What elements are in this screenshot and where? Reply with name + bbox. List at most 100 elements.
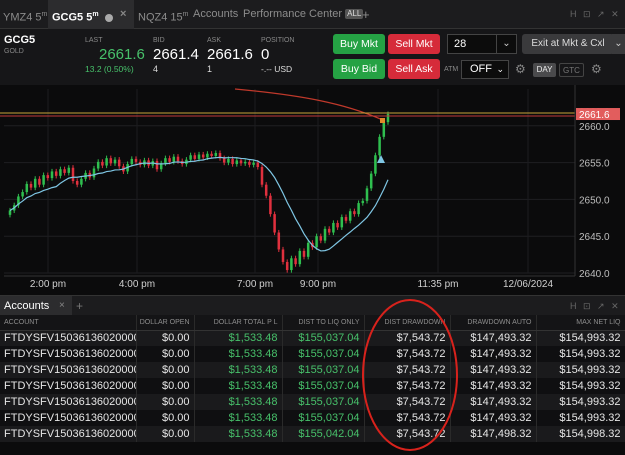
quantity-select[interactable]: 28 ⌄ [447,34,517,54]
annotation-ellipse [362,299,458,451]
bid-price: 2661.4 [153,46,199,63]
candlestick-chart[interactable]: 2640.02645.02650.02655.02660.02662.02:00… [0,85,625,295]
tab-performance-label: Performance Center [243,8,343,20]
x-tick-label: 7:00 pm [237,279,273,290]
sell-ask-button[interactable]: Sell Ask [388,59,440,79]
table-cell: $0.00 [136,410,195,426]
accounts-window-controls[interactable]: H ⊡ ↗ ✕ [570,296,621,316]
candle-body [290,258,293,271]
atm-select[interactable]: OFF ⌄ [461,60,509,79]
table-cell: $154,993.32 [536,362,625,378]
candle-body [319,236,323,241]
table-row[interactable]: FTDYSFV1503613602000006$0.00$1,533.48$15… [0,378,625,394]
table-cell: $1,533.48 [194,346,283,362]
candle-body [71,167,75,181]
window-controls[interactable]: H ⊡ ↗ ✕ [570,0,621,29]
candle-body [130,158,134,165]
candle-body [336,222,339,228]
tab-nqz4-label: NQZ4 [138,11,168,24]
tab-ymz4[interactable]: YMZ4 5m [3,0,47,29]
table-cell: $154,993.32 [536,394,625,410]
candle-body [164,158,167,164]
table-row[interactable]: FTDYSFV1503613602000006$0.00$1,533.48$15… [0,362,625,378]
table-cell: $1,533.48 [194,330,283,346]
table-row[interactable]: FTDYSFV1503613602000006$0.00$1,533.48$15… [0,346,625,362]
candle-body [214,153,218,156]
candle-body [374,155,377,174]
candle-body [38,178,41,185]
candle-body [25,183,29,193]
candle-body [63,169,66,173]
candle-body [361,200,365,204]
chevron-down-icon[interactable]: ⌄ [496,35,516,53]
candle-body [210,153,213,156]
tab-bar: YMZ4 5m GCG5 5m × NQZ4 15m Accounts Perf… [0,0,625,29]
table-row[interactable]: FTDYSFV1503613602000006$0.00$1,533.48$15… [0,410,625,426]
col-dollar-open[interactable]: DOLLAR OPEN [136,315,195,331]
tab-gcg5[interactable]: GCG5 5m × [48,0,134,29]
candle-body [332,222,335,233]
chart-grid [4,89,575,274]
tab-nqz4[interactable]: NQZ4 15m [138,0,189,29]
exit-chevron-icon[interactable]: ⌄ [612,34,625,54]
candle-body [21,192,24,197]
candle-body [323,228,327,241]
bid-label: BID [153,37,165,44]
candle-body [172,156,176,162]
position-pl: -.-- USD [261,64,293,74]
candle-body [277,232,281,250]
col-dist-to-liq[interactable]: DIST TO LIQ ONLY [282,315,365,331]
col-drawdown-auto[interactable]: DRAWDOWN AUTO [450,315,537,331]
candle-body [227,158,230,163]
table-cell: $0.00 [136,346,195,362]
day-toggle[interactable]: DAY [533,63,556,77]
price-change: 13.2 (0.50%) [85,64,134,74]
accounts-panel-tab[interactable]: Accounts × [0,296,72,316]
col-dollar-total-pl[interactable]: DOLLAR TOTAL P L [194,315,283,331]
table-row[interactable]: FTDYSFV1503613602000006$0.00$1,533.48$15… [0,426,625,442]
candle-body [340,217,344,228]
candle-body [315,236,318,248]
table-row[interactable]: FTDYSFV1503613602000006$0.00$1,533.48$15… [0,394,625,410]
candle-body [50,171,54,179]
candle-body [248,161,251,165]
col-max-net-liq[interactable]: MAX NET LIQ [536,315,625,331]
gtc-toggle[interactable]: GTC [559,63,584,77]
candle-body [96,161,100,169]
sell-mkt-button[interactable]: Sell Mkt [388,34,440,54]
table-cell: FTDYSFV1503613602000006 [0,410,137,426]
price-chart[interactable]: 2640.02645.02650.02655.02660.02662.02:00… [0,85,625,295]
atm-gear-icon[interactable]: ⚙ [515,62,526,76]
accounts-add-tab-button[interactable]: + [76,296,83,316]
unsaved-dot-icon [104,13,113,22]
candle-body [109,158,113,164]
table-cell: $147,498.32 [450,426,537,442]
chart-overlays [0,88,575,252]
accounts-table-header: ACCOUNT DOLLAR OPEN DOLLAR TOTAL P L DIS… [0,315,625,331]
candle-body [298,250,302,265]
table-cell: $147,493.32 [450,362,537,378]
table-cell: $1,533.48 [194,410,283,426]
tab-close-icon[interactable]: × [120,0,126,29]
table-cell: $155,037.04 [282,394,365,410]
col-account[interactable]: ACCOUNT [0,315,137,331]
candle-body [231,158,234,165]
buy-bid-button[interactable]: Buy Bid [333,59,385,79]
accounts-tab-close-icon[interactable]: × [59,296,65,316]
candle-body [256,162,260,168]
tab-accounts[interactable]: Accounts [193,0,238,29]
table-cell: $155,037.04 [282,378,365,394]
add-tab-button[interactable]: + [362,0,370,29]
table-row[interactable]: FTDYSFV1503613602000006$0.00$1,533.48$15… [0,330,625,346]
table-cell: $0.00 [136,362,195,378]
ask-price: 2661.6 [207,46,253,63]
table-cell: FTDYSFV1503613602000006 [0,394,137,410]
tab-performance-center[interactable]: Performance Center ALL [243,0,364,29]
candle-body [357,203,360,215]
candle-body [348,211,352,221]
orange-marker [380,118,385,123]
exit-at-mkt-button[interactable]: Exit at Mkt & Cxl [522,34,614,54]
buy-mkt-button[interactable]: Buy Mkt [333,34,385,54]
settings-gear-icon[interactable]: ⚙ [591,62,602,76]
candle-body [117,159,121,167]
